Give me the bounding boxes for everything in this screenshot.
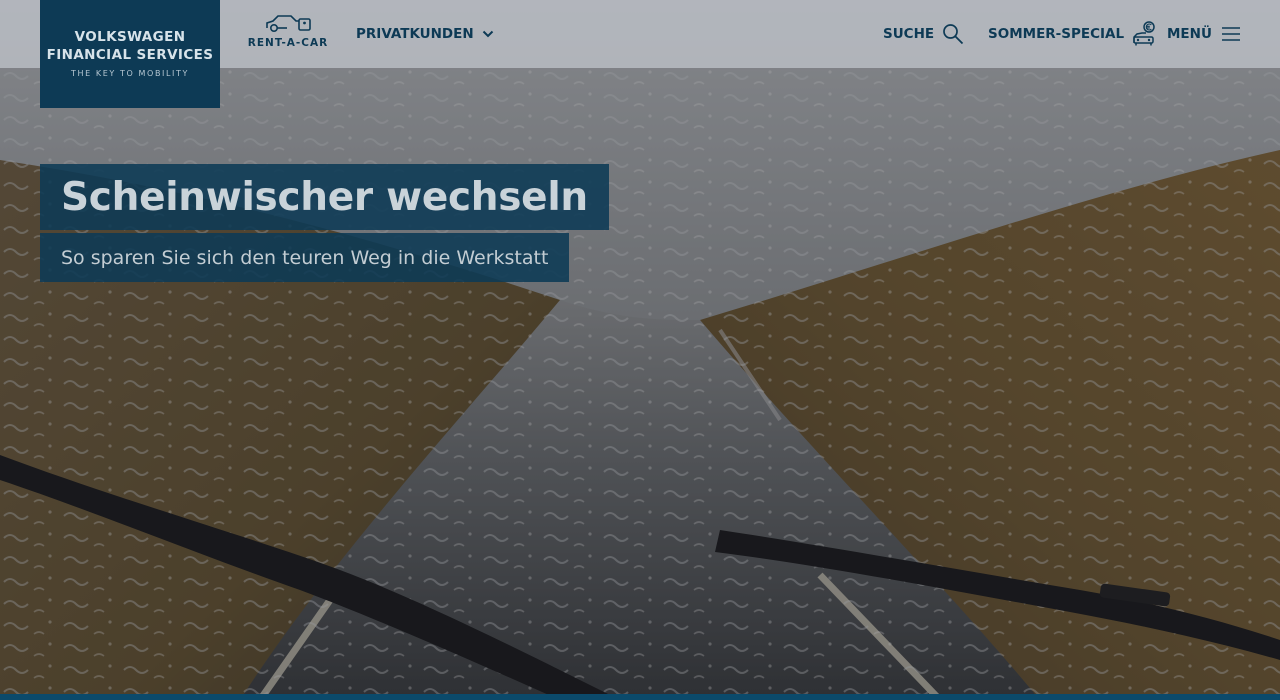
bottom-accent-strip: [0, 694, 1280, 700]
nav-suche-label: SUCHE: [883, 26, 935, 42]
page: VOLKSWAGEN FINANCIAL SERVICES THE KEY TO…: [0, 0, 1280, 700]
chevron-down-icon: [482, 30, 494, 38]
hero-title-box: Scheinwischer wechseln: [40, 164, 609, 230]
hero-subtitle: So sparen Sie sich den teuren Weg in die…: [61, 246, 549, 269]
brand-logo[interactable]: VOLKSWAGEN FINANCIAL SERVICES THE KEY TO…: [40, 0, 220, 108]
search-icon: [942, 23, 964, 45]
hero-subtitle-box: So sparen Sie sich den teuren Weg in die…: [40, 233, 570, 282]
nav-sommer-special[interactable]: SOMMER-SPECIAL: [988, 21, 1156, 47]
nav-menu-label: MENÜ: [1167, 26, 1212, 42]
nav-privatkunden[interactable]: PRIVATKUNDEN: [356, 22, 494, 46]
brand-tagline: THE KEY TO MOBILITY: [71, 69, 189, 78]
car-euro-icon: [1132, 21, 1156, 47]
nav-privatkunden-label: PRIVATKUNDEN: [356, 26, 474, 42]
brand-name-line1: VOLKSWAGEN: [74, 29, 186, 45]
hero-title: Scheinwischer wechseln: [61, 174, 588, 220]
nav-sommer-special-label: SOMMER-SPECIAL: [988, 26, 1125, 42]
nav-menu[interactable]: MENÜ: [1167, 22, 1242, 46]
brand-name-line2: FINANCIAL SERVICES: [46, 47, 214, 63]
nav-suche[interactable]: SUCHE: [883, 22, 964, 46]
rent-a-car-label: RENT-A-CAR: [247, 37, 329, 49]
car-key-icon: [246, 12, 330, 34]
hamburger-menu-icon: [1220, 25, 1242, 43]
rent-a-car-link[interactable]: RENT-A-CAR: [246, 12, 330, 58]
